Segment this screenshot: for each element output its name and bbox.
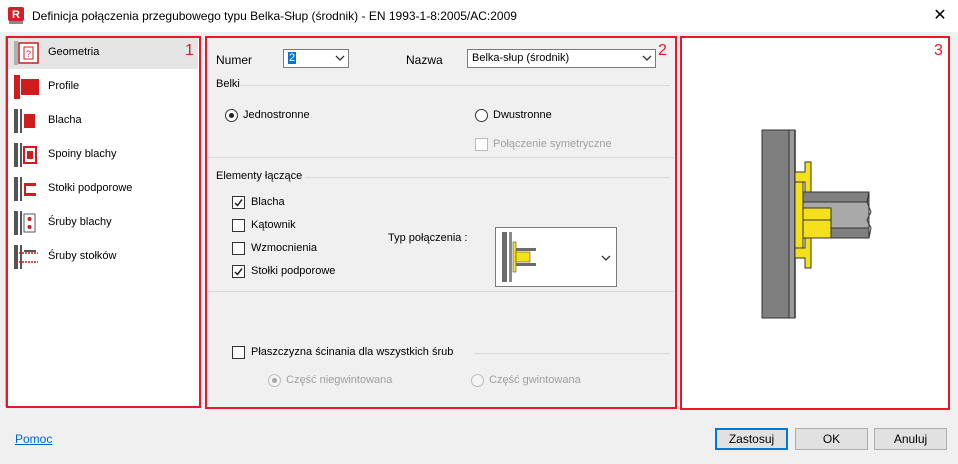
ok-button[interactable]: OK xyxy=(795,428,868,450)
wzmocnienia-checkbox[interactable] xyxy=(232,242,245,255)
nav-panel: ? Geometria Profile Blacha Spoiny blachy xyxy=(5,36,201,407)
jednostronne-label: Jednostronne xyxy=(243,109,310,121)
nav-item-profile[interactable]: Profile xyxy=(8,71,198,103)
elements-group-label: Elementy łączące xyxy=(216,170,303,182)
checkmark-icon xyxy=(234,199,243,207)
nazwa-combo[interactable]: Belka-słup (środnik) xyxy=(467,49,656,68)
seat-bolts-icon xyxy=(14,245,38,269)
nav-label: Blacha xyxy=(48,114,82,126)
group-divider xyxy=(240,85,670,86)
blacha-checkbox[interactable] xyxy=(232,196,245,209)
window-title: Definicja połączenia przegubowego typu B… xyxy=(32,9,517,23)
chevron-down-icon xyxy=(642,55,652,61)
dwustronne-radio[interactable] xyxy=(475,109,488,122)
robot-app-icon: R xyxy=(8,7,24,25)
nazwa-label: Nazwa xyxy=(406,53,443,67)
connection-type-icon xyxy=(502,232,536,282)
nav-label: Spoiny blachy xyxy=(48,148,117,160)
chevron-down-icon xyxy=(335,55,345,61)
region-number-3: 3 xyxy=(934,42,943,59)
plaszczyzna-label: Płaszczyzna ścinania dla wszystkich śrub xyxy=(251,346,454,358)
close-icon[interactable]: ✕ xyxy=(928,4,952,28)
niegwintowana-label: Część niegwintowana xyxy=(286,374,393,386)
beam-column-drawing xyxy=(761,129,872,319)
dwustronne-label: Dwustronne xyxy=(493,109,552,121)
seat-icon xyxy=(14,177,36,201)
numer-label: Numer xyxy=(216,53,253,67)
apply-button[interactable]: Zastosuj xyxy=(715,428,788,450)
typ-polaczenia-label: Typ połączenia : xyxy=(388,232,468,244)
region-number-2: 2 xyxy=(658,42,667,59)
radio-dot xyxy=(229,113,234,118)
section-divider xyxy=(208,157,674,158)
nav-label: Stołki podporowe xyxy=(48,182,133,194)
gwintowana-radio[interactable] xyxy=(471,374,484,387)
nav-item-sruby-blachy[interactable]: Śruby blachy xyxy=(8,207,198,239)
jednostronne-radio[interactable] xyxy=(225,109,238,122)
nav-item-sruby-stolkow[interactable]: Śruby stołków xyxy=(8,241,198,273)
belki-group-label: Belki xyxy=(216,78,240,90)
plate-bolts-icon xyxy=(14,211,36,235)
gwintowana-label: Część gwintowana xyxy=(489,374,581,386)
numer-combo[interactable]: 2 xyxy=(283,49,349,68)
connection-preview xyxy=(681,36,949,409)
app-icon-letter: R xyxy=(12,9,20,21)
nazwa-value: Belka-słup (środnik) xyxy=(472,52,570,64)
nav-item-geometria[interactable]: ? Geometria xyxy=(8,37,198,69)
weld-icon xyxy=(14,143,37,167)
stolki-label: Stołki podporowe xyxy=(251,265,336,277)
symetryczne-label: Połączenie symetryczne xyxy=(493,138,612,150)
nav-label: Śruby stołków xyxy=(48,250,117,262)
radio-dot xyxy=(272,378,277,383)
wzmocnienia-label: Wzmocnienia xyxy=(251,242,318,254)
blacha-label: Blacha xyxy=(251,196,285,208)
plaszczyzna-checkbox[interactable] xyxy=(232,346,245,359)
nav-label: Geometria xyxy=(48,46,100,58)
nav-label: Śruby blachy xyxy=(48,216,112,228)
section-divider xyxy=(208,291,674,292)
connection-type-combo[interactable] xyxy=(495,227,617,287)
nav-label: Profile xyxy=(48,80,80,92)
numer-value: 2 xyxy=(288,52,297,64)
nav-item-stolki[interactable]: Stołki podporowe xyxy=(8,173,198,205)
nav-item-blacha[interactable]: Blacha xyxy=(8,105,198,137)
plate-icon xyxy=(14,109,35,133)
stolki-checkbox[interactable] xyxy=(232,265,245,278)
katownik-label: Kątownik xyxy=(251,219,296,231)
checkmark-icon xyxy=(234,268,243,276)
svg-text:?: ? xyxy=(26,49,31,59)
nav-item-spoiny[interactable]: Spoiny blachy xyxy=(8,139,198,171)
help-link[interactable]: Pomoc xyxy=(15,432,52,446)
katownik-checkbox[interactable] xyxy=(232,219,245,232)
geometry-icon: ? xyxy=(14,41,39,65)
cancel-button[interactable]: Anuluj xyxy=(874,428,947,450)
chevron-down-icon xyxy=(601,255,611,261)
symetryczne-checkbox[interactable] xyxy=(475,138,488,151)
profile-icon xyxy=(14,75,39,99)
niegwintowana-radio[interactable] xyxy=(268,374,281,387)
region-number-1: 1 xyxy=(185,42,194,59)
group-divider xyxy=(474,353,670,354)
group-divider xyxy=(305,177,670,178)
